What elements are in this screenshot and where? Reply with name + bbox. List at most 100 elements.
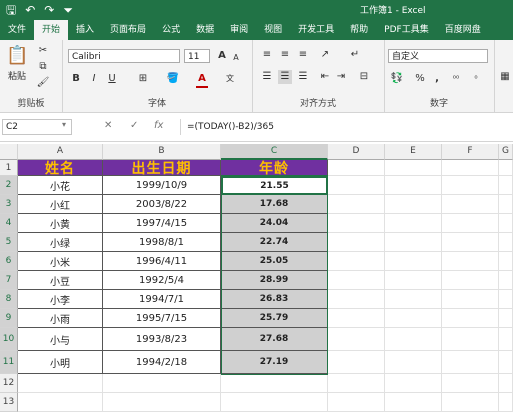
formula-input[interactable]: =(TODAY()-B2)/365	[180, 119, 510, 135]
bottom-align-icon[interactable]: ≡	[296, 48, 310, 62]
cell[interactable]	[328, 160, 385, 176]
cell[interactable]	[442, 393, 499, 412]
cell[interactable]	[103, 393, 221, 412]
header-cell[interactable]: 出生日期	[103, 160, 221, 177]
cell[interactable]	[442, 374, 499, 393]
undo-icon[interactable]: ↶	[25, 2, 35, 18]
cell[interactable]	[499, 214, 513, 233]
currency-icon[interactable]: 💱	[390, 72, 404, 86]
date-cell[interactable]: 1994/7/1	[103, 290, 221, 309]
date-cell[interactable]: 1995/7/15	[103, 309, 221, 328]
row-header[interactable]: 7	[0, 271, 18, 290]
name-cell[interactable]: 小雨	[18, 309, 103, 328]
header-cell[interactable]: 年龄	[221, 160, 328, 177]
age-cell[interactable]: 25.79	[221, 309, 328, 328]
row-header[interactable]: 2	[0, 176, 18, 195]
cell[interactable]	[385, 351, 442, 374]
cell[interactable]	[385, 290, 442, 309]
align-center-icon[interactable]: ☰	[278, 70, 292, 84]
cell[interactable]	[328, 374, 385, 393]
date-cell[interactable]: 2003/8/22	[103, 195, 221, 214]
name-cell[interactable]: 小与	[18, 328, 103, 351]
cell[interactable]	[499, 271, 513, 290]
cell[interactable]	[499, 309, 513, 328]
cell[interactable]	[442, 271, 499, 290]
middle-align-icon[interactable]: ≡	[278, 48, 292, 62]
tab-baidu-netdisk[interactable]: 百度网盘	[437, 20, 489, 40]
cell[interactable]	[499, 160, 513, 176]
font-size-select[interactable]: 11	[184, 49, 210, 63]
cell[interactable]	[18, 374, 103, 393]
copy-icon[interactable]: ⧉	[36, 60, 50, 74]
age-cell[interactable]: 27.68	[221, 328, 328, 351]
cell[interactable]	[328, 309, 385, 328]
tab-help[interactable]: 帮助	[342, 20, 376, 40]
cell[interactable]	[385, 271, 442, 290]
cell[interactable]	[442, 328, 499, 351]
cut-icon[interactable]: ✂	[36, 44, 50, 58]
phonetic-icon[interactable]: 文	[222, 72, 238, 86]
tab-review[interactable]: 审阅	[222, 20, 256, 40]
cell[interactable]	[499, 328, 513, 351]
tab-developer[interactable]: 开发工具	[290, 20, 342, 40]
row-header[interactable]: 13	[0, 393, 18, 412]
name-cell[interactable]: 小花	[18, 176, 103, 195]
cell[interactable]	[442, 195, 499, 214]
format-painter-icon[interactable]: 🖌	[36, 76, 50, 90]
date-cell[interactable]: 1998/8/1	[103, 233, 221, 252]
name-cell[interactable]: 小绿	[18, 233, 103, 252]
age-cell[interactable]: 22.74	[221, 233, 328, 252]
conditional-format-icon[interactable]: ▦	[498, 70, 512, 84]
cell[interactable]	[328, 214, 385, 233]
row-header[interactable]: 9	[0, 309, 18, 328]
align-right-icon[interactable]: ☰	[296, 70, 310, 84]
row-header[interactable]: 12	[0, 374, 18, 393]
italic-button[interactable]: I	[88, 72, 100, 86]
cell[interactable]	[442, 160, 499, 176]
cell[interactable]	[385, 233, 442, 252]
grow-font-button[interactable]: A	[216, 49, 228, 63]
cell[interactable]	[442, 176, 499, 195]
cell[interactable]	[328, 252, 385, 271]
cell[interactable]	[499, 252, 513, 271]
number-format-select[interactable]: 自定义	[388, 49, 488, 63]
save-icon[interactable]: 🖫	[6, 2, 16, 18]
row-header[interactable]: 4	[0, 214, 18, 233]
customize-icon[interactable]: ⏷	[63, 2, 73, 18]
cell[interactable]	[328, 233, 385, 252]
name-cell[interactable]: 小明	[18, 351, 103, 374]
row-header[interactable]: 6	[0, 252, 18, 271]
cell[interactable]	[328, 328, 385, 351]
row-header[interactable]: 5	[0, 233, 18, 252]
header-cell[interactable]: 姓名	[18, 160, 103, 177]
cell[interactable]	[385, 374, 442, 393]
active-cell[interactable]: 21.55	[221, 176, 328, 195]
cell[interactable]	[328, 271, 385, 290]
column-header-f[interactable]: F	[442, 144, 499, 160]
name-cell[interactable]: 小豆	[18, 271, 103, 290]
name-cell[interactable]: 小黄	[18, 214, 103, 233]
name-box-dropdown-icon[interactable]: ▾	[62, 120, 66, 129]
cell[interactable]	[385, 160, 442, 176]
decrease-indent-icon[interactable]: ⇤	[318, 70, 332, 84]
merge-center-icon[interactable]: ⊟	[356, 70, 372, 84]
cell[interactable]	[442, 309, 499, 328]
insert-function-button[interactable]: fx	[154, 120, 163, 131]
tab-view[interactable]: 视图	[256, 20, 290, 40]
borders-icon[interactable]: ⊞	[136, 72, 150, 86]
cell[interactable]	[385, 214, 442, 233]
cell[interactable]	[221, 393, 328, 412]
row-header[interactable]: 8	[0, 290, 18, 309]
row-header[interactable]: 10	[0, 328, 18, 351]
date-cell[interactable]: 1993/8/23	[103, 328, 221, 351]
date-cell[interactable]: 1999/10/9	[103, 176, 221, 195]
decrease-decimal-icon[interactable]: ⁰	[468, 72, 484, 86]
tab-formulas[interactable]: 公式	[154, 20, 188, 40]
cell[interactable]	[328, 393, 385, 412]
row-header[interactable]: 11	[0, 351, 18, 374]
cell[interactable]	[499, 393, 513, 412]
column-header-g[interactable]: G	[499, 144, 513, 160]
comma-button[interactable]: ,	[432, 72, 442, 86]
name-cell[interactable]: 小红	[18, 195, 103, 214]
cell[interactable]	[18, 393, 103, 412]
